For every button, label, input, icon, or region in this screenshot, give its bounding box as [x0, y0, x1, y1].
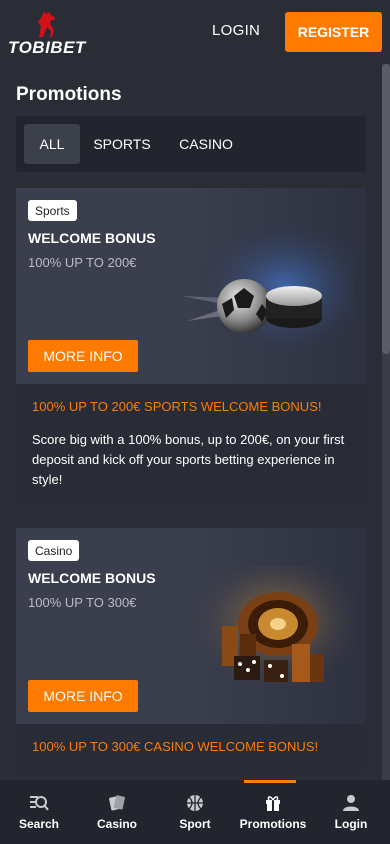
tab-sports[interactable]: SPORTS	[86, 124, 158, 164]
nav-label: Search	[18, 816, 60, 831]
user-icon	[343, 794, 359, 811]
promo-subtitle: 100% UP TO 200€	[28, 255, 137, 270]
roulette-and-chips-image	[182, 566, 354, 702]
basketball-icon	[187, 794, 203, 811]
scrollbar-thumb[interactable]	[382, 64, 390, 354]
promo-description: Score big with a 100% bonus, up to 200€,…	[32, 432, 345, 487]
horse-logo-icon	[38, 11, 55, 37]
nav-label: Sport	[179, 816, 211, 831]
tab-casino[interactable]: CASINO	[168, 124, 244, 164]
brand-name: TOBIBET	[8, 38, 86, 57]
tab-all[interactable]: ALL	[24, 124, 80, 164]
category-badge: Sports	[28, 200, 77, 221]
nav-casino[interactable]: Casino	[78, 780, 156, 844]
promo-title: WELCOME BONUS	[28, 230, 156, 246]
search-icon	[30, 795, 49, 811]
register-button[interactable]: REGISTER	[285, 12, 382, 52]
active-nav-indicator	[244, 780, 296, 783]
page-title: Promotions	[16, 84, 122, 105]
nav-label: Login	[334, 816, 368, 831]
category-badge: Casino	[28, 540, 80, 561]
login-link[interactable]: LOGIN	[212, 22, 260, 39]
gift-icon	[266, 795, 280, 811]
promo-card-casino: Casino WELCOME BONUS 100% UP TO 300€ MOR…	[16, 528, 366, 772]
bottom-navigation: Search Casino Sport Promotions Login	[0, 780, 390, 844]
brand-logo[interactable]: TOBIBET	[8, 8, 88, 58]
soccer-ball-and-puck-image	[182, 226, 354, 362]
more-info-button[interactable]: MORE INFO	[28, 680, 138, 712]
nav-label: Casino	[96, 816, 137, 831]
nav-label: Promotions	[239, 816, 307, 831]
cards-icon	[109, 794, 125, 810]
nav-login[interactable]: Login	[312, 780, 390, 844]
promo-title: WELCOME BONUS	[28, 570, 156, 586]
nav-sport[interactable]: Sport	[156, 780, 234, 844]
promo-headline: 100% UP TO 200€ SPORTS WELCOME BONUS!	[32, 399, 322, 414]
promo-headline: 100% UP TO 300€ CASINO WELCOME BONUS!	[32, 739, 319, 754]
promo-filter-tabs: ALL SPORTS CASINO	[16, 116, 366, 172]
top-header: TOBIBET LOGIN REGISTER	[0, 0, 390, 64]
nav-promotions[interactable]: Promotions	[234, 780, 312, 844]
nav-search[interactable]: Search	[0, 780, 78, 844]
more-info-button[interactable]: MORE INFO	[28, 340, 138, 372]
promo-subtitle: 100% UP TO 300€	[28, 595, 137, 610]
promo-card-sports: Sports WELCOME BONUS 100% UP TO 200€ MOR…	[16, 188, 366, 506]
